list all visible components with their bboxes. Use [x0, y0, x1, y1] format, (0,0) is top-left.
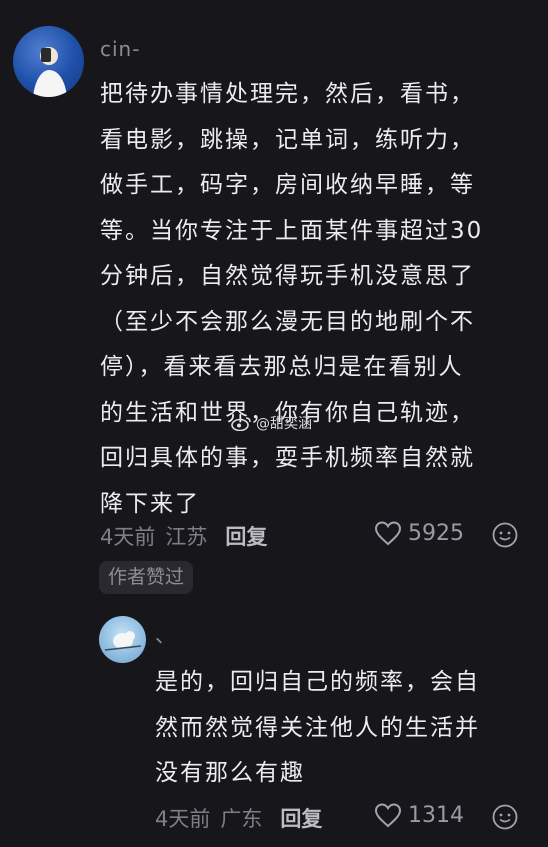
username[interactable]: cin- — [100, 37, 140, 61]
weibo-logo-icon — [231, 417, 251, 431]
like-count: 5925 — [408, 521, 464, 546]
watermark-text: @甜奕涵 — [256, 416, 312, 432]
comment-text: 把待办事情处理完，然后，看书， 看电影，跳操，记单词，练听力， 做手工，码字，房… — [100, 81, 484, 517]
reply-like-button[interactable]: 1314 — [374, 803, 464, 828]
comment-location: 江苏 — [165, 525, 208, 549]
reply-like-count: 1314 — [408, 803, 464, 828]
reply-reply-button[interactable]: 回复 — [280, 803, 322, 833]
comment-meta: 4天前 江苏 回复 — [100, 521, 267, 551]
heart-icon — [374, 803, 402, 828]
reply-text: 是的，回归自己的频率，会自 然而然觉得关注他人的生活并 没有那么有趣 — [155, 669, 480, 786]
reply-button[interactable]: 回复 — [225, 521, 267, 551]
reply-username[interactable]: 、 — [155, 619, 176, 648]
reply-meta: 4天前 广东 回复 — [155, 803, 322, 833]
reply-avatar[interactable] — [99, 616, 146, 663]
watermark: @甜奕涵 — [231, 413, 312, 433]
emoji-icon[interactable] — [492, 804, 518, 830]
avatar[interactable] — [13, 26, 84, 97]
like-button[interactable]: 5925 — [374, 521, 464, 546]
avatar-image — [104, 631, 142, 651]
author-liked-badge: 作者赞过 — [99, 561, 194, 594]
heart-icon — [374, 521, 402, 546]
avatar-image — [33, 47, 67, 97]
reply-location: 广东 — [220, 807, 263, 831]
comment-time: 4天前 — [100, 525, 156, 549]
emoji-icon[interactable] — [492, 522, 518, 548]
reply-time: 4天前 — [155, 807, 211, 831]
